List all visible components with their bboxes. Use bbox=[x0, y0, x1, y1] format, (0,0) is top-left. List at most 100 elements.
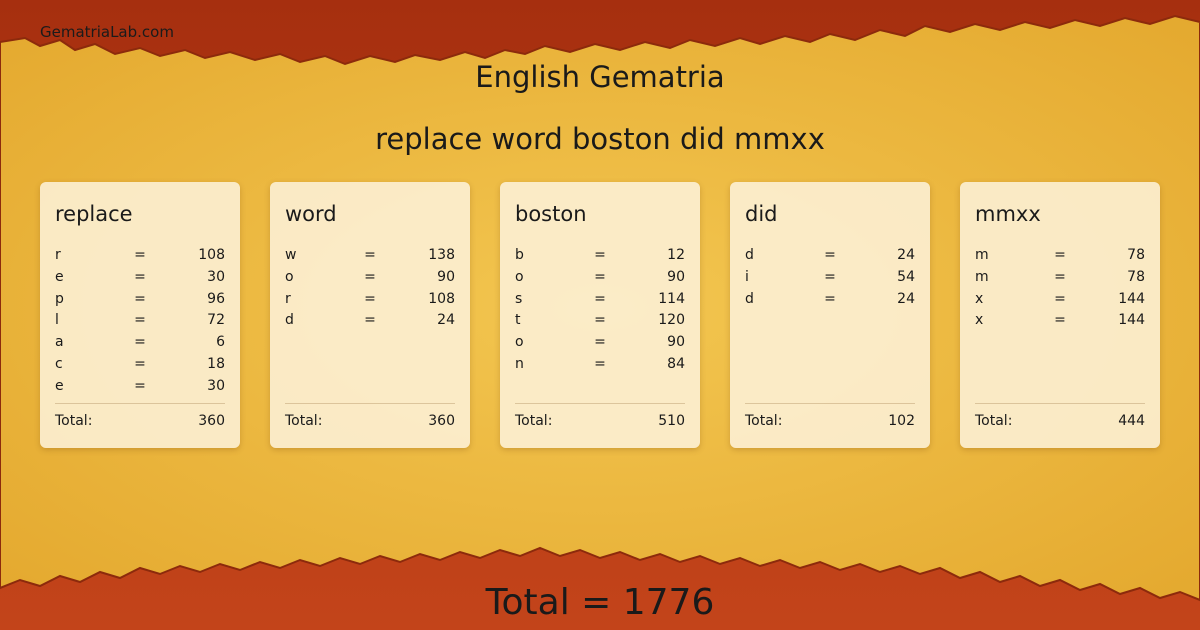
letter-value: 12 bbox=[667, 247, 685, 263]
letter: t bbox=[515, 312, 521, 329]
equals-sign: = bbox=[594, 334, 606, 351]
site-logo-text[interactable]: GematriaLab.com bbox=[40, 23, 174, 41]
letter: c bbox=[55, 355, 63, 372]
equals-sign: = bbox=[594, 247, 606, 263]
letter-value: 24 bbox=[897, 290, 915, 307]
letter-row: o = 90 bbox=[285, 267, 455, 289]
letter-value: 24 bbox=[437, 312, 455, 329]
equals-sign: = bbox=[594, 268, 606, 285]
letter-row: x = 144 bbox=[975, 310, 1145, 332]
letter: e bbox=[55, 268, 64, 285]
total-label: Total: bbox=[55, 413, 93, 429]
letter: b bbox=[515, 247, 524, 263]
total-value: 444 bbox=[1118, 413, 1145, 429]
letter-value: 90 bbox=[667, 334, 685, 351]
letter: o bbox=[515, 268, 524, 285]
total-label: Total: bbox=[745, 413, 783, 429]
letter-row: a = 6 bbox=[55, 332, 225, 354]
letter-value: 78 bbox=[1127, 268, 1145, 285]
letter: s bbox=[515, 290, 523, 307]
letter: o bbox=[285, 268, 294, 285]
total-value: 360 bbox=[428, 413, 455, 429]
equals-sign: = bbox=[134, 355, 146, 372]
phrase-title: replace word boston did mmxx bbox=[375, 122, 825, 156]
letter-value: 78 bbox=[1127, 247, 1145, 263]
letter: o bbox=[515, 334, 524, 351]
letter: r bbox=[55, 247, 61, 263]
letter-row: i = 54 bbox=[745, 267, 915, 289]
equals-sign: = bbox=[594, 355, 606, 372]
letter: i bbox=[745, 268, 749, 285]
letter-value: 30 bbox=[207, 268, 225, 285]
letter-row: x = 144 bbox=[975, 289, 1145, 311]
letter-row: d = 24 bbox=[745, 289, 915, 311]
letter-row: n = 84 bbox=[515, 354, 685, 376]
letter-row: d = 24 bbox=[285, 310, 455, 332]
card-total: Total: 102 bbox=[745, 403, 915, 429]
letter: e bbox=[55, 377, 64, 394]
letter-row: m = 78 bbox=[975, 267, 1145, 289]
letter-value: 120 bbox=[658, 312, 685, 329]
total-value: 102 bbox=[888, 413, 915, 429]
card-word: did bbox=[745, 202, 778, 226]
letter-row: e = 30 bbox=[55, 267, 225, 289]
word-card-boston: boston b = 12 o = 90 s = 114 t = 120 o = 90 n = 84 T… bbox=[500, 182, 700, 448]
equals-sign: = bbox=[134, 312, 146, 329]
letter-row: p = 96 bbox=[55, 289, 225, 311]
letter-value: 54 bbox=[897, 268, 915, 285]
equals-sign: = bbox=[594, 312, 606, 329]
word-card-word: word w = 138 o = 90 r = 108 d = 24 Total: 360 bbox=[270, 182, 470, 448]
letter-list: r = 108 e = 30 p = 96 l = 72 a = 6 c = 18 e = 30 bbox=[55, 245, 225, 398]
letter-row: m = 78 bbox=[975, 245, 1145, 267]
equals-sign: = bbox=[824, 247, 836, 263]
card-word: mmxx bbox=[975, 202, 1041, 226]
letter-value: 144 bbox=[1118, 290, 1145, 307]
letter: x bbox=[975, 312, 984, 329]
word-card-mmxx: mmxx m = 78 m = 78 x = 144 x = 144 Total: 444 bbox=[960, 182, 1160, 448]
letter-row: d = 24 bbox=[745, 245, 915, 267]
letter-list: d = 24 i = 54 d = 24 bbox=[745, 245, 915, 310]
card-total: Total: 510 bbox=[515, 403, 685, 429]
letter: n bbox=[515, 355, 524, 372]
letter-row: b = 12 bbox=[515, 245, 685, 267]
letter-row: t = 120 bbox=[515, 310, 685, 332]
equals-sign: = bbox=[1054, 290, 1066, 307]
total-label: Total: bbox=[515, 413, 553, 429]
letter: l bbox=[55, 312, 59, 329]
letter: a bbox=[55, 334, 64, 351]
letter-list: b = 12 o = 90 s = 114 t = 120 o = 90 n = 84 bbox=[515, 245, 685, 376]
word-cards: replace r = 108 e = 30 p = 96 l = 72 a = 6 c = 18 e =… bbox=[40, 182, 1160, 448]
letter-list: m = 78 m = 78 x = 144 x = 144 bbox=[975, 245, 1145, 332]
equals-sign: = bbox=[1054, 312, 1066, 329]
letter: d bbox=[285, 312, 294, 329]
letter-row: o = 90 bbox=[515, 267, 685, 289]
letter: r bbox=[285, 290, 291, 307]
total-value: 510 bbox=[658, 413, 685, 429]
letter: p bbox=[55, 290, 64, 307]
equals-sign: = bbox=[824, 268, 836, 285]
word-card-replace: replace r = 108 e = 30 p = 96 l = 72 a = 6 c = 18 e =… bbox=[40, 182, 240, 448]
letter-value: 24 bbox=[897, 247, 915, 263]
letter-value: 108 bbox=[428, 290, 455, 307]
equals-sign: = bbox=[1054, 268, 1066, 285]
card-word: boston bbox=[515, 202, 587, 226]
letter-row: r = 108 bbox=[55, 245, 225, 267]
equals-sign: = bbox=[364, 290, 376, 307]
letter: m bbox=[975, 247, 989, 263]
grand-total: Total = 1776 bbox=[485, 582, 715, 623]
equals-sign: = bbox=[364, 247, 376, 263]
letter: m bbox=[975, 268, 989, 285]
letter-row: o = 90 bbox=[515, 332, 685, 354]
letter-value: 144 bbox=[1118, 312, 1145, 329]
card-total: Total: 444 bbox=[975, 403, 1145, 429]
letter-value: 138 bbox=[428, 247, 455, 263]
equals-sign: = bbox=[134, 290, 146, 307]
letter-value: 6 bbox=[216, 334, 225, 351]
card-total: Total: 360 bbox=[285, 403, 455, 429]
letter-row: c = 18 bbox=[55, 354, 225, 376]
letter-value: 96 bbox=[207, 290, 225, 307]
equals-sign: = bbox=[134, 268, 146, 285]
letter-value: 18 bbox=[207, 355, 225, 372]
equals-sign: = bbox=[594, 290, 606, 307]
card-total: Total: 360 bbox=[55, 403, 225, 429]
